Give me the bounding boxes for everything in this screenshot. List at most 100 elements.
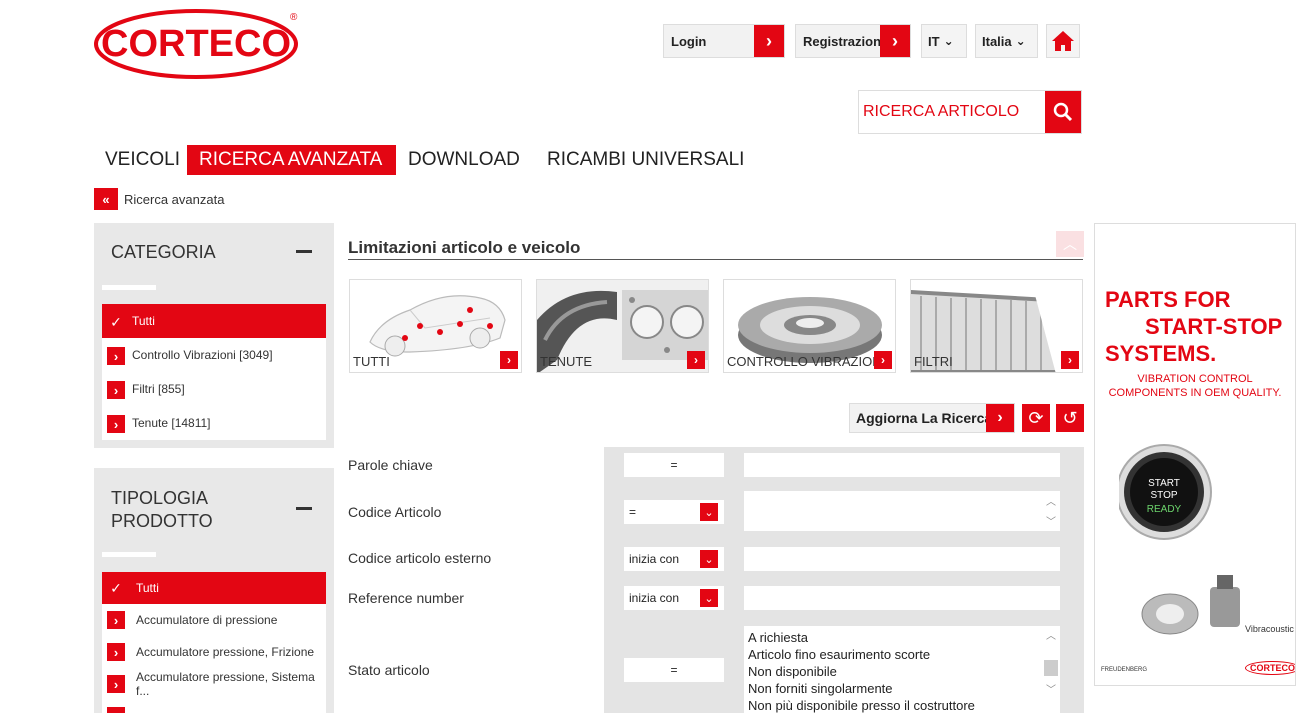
external-code-label: Codice articolo esterno — [348, 550, 492, 566]
ad-subtitle: VIBRATION CONTROL COMPONENTS IN OEM QUAL… — [1095, 372, 1295, 400]
status-option[interactable]: Non disponibile — [748, 663, 1056, 680]
refresh-button[interactable]: ⟳ — [1022, 404, 1050, 432]
country-value: Italia — [982, 33, 1012, 49]
nav-ricerca-avanzata[interactable]: RICERCA AVANZATA — [187, 145, 396, 175]
reset-button[interactable]: ↺ — [1056, 404, 1084, 432]
chevron-right-icon: › — [880, 25, 910, 57]
product-type-list: ✓ Tutti › Accumulatore di pressione › Ac… — [102, 572, 326, 713]
section-title: Limitazioni articolo e veicolo — [348, 238, 581, 257]
product-type-panel: TIPOLOGIA PRODOTTO ✓ Tutti › Accumulator… — [94, 468, 334, 713]
register-label: Registrazione — [803, 33, 889, 49]
scroll-up-icon[interactable]: ︿ — [1044, 493, 1058, 508]
chevron-down-icon: ⌄ — [700, 550, 718, 568]
keywords-operator[interactable]: = — [624, 453, 724, 477]
card-label: TUTTI — [353, 354, 390, 369]
title-line-1: TIPOLOGIA — [111, 488, 209, 508]
registered-mark: ® — [290, 12, 298, 23]
product-type-title: TIPOLOGIA PRODOTTO — [111, 487, 213, 533]
category-item-tenute[interactable]: › Tenute [14811] — [102, 406, 326, 440]
card-label: FILTRI — [914, 354, 953, 369]
country-select[interactable]: Italia ⌄ — [975, 24, 1038, 58]
article-search[interactable]: RICERCA ARTICOLO — [858, 90, 1082, 134]
product-type-item[interactable]: › — [102, 700, 326, 713]
status-option[interactable]: Non più disponibile presso il costruttor… — [748, 697, 1056, 713]
start-stop-button-image: START STOP READY — [1119, 444, 1212, 540]
external-code-input[interactable] — [744, 547, 1060, 571]
scroll-down-icon[interactable]: ﹀ — [1044, 682, 1058, 699]
operator-value: = — [629, 505, 637, 519]
collapse-section-button[interactable]: ︿ — [1056, 231, 1084, 257]
status-option[interactable]: Articolo fino esaurimento scorte — [748, 646, 1056, 663]
article-status-listbox[interactable]: A richiesta Articolo fino esaurimento sc… — [744, 626, 1060, 713]
corteco-logo[interactable]: CORTECO ® — [94, 8, 298, 80]
breadcrumb-back-button[interactable]: « — [94, 188, 118, 210]
scroll-down-icon[interactable]: ﹀ — [1044, 513, 1058, 528]
category-panel: CATEGORIA ✓ Tutti › Controllo Vibrazioni… — [94, 223, 334, 448]
product-type-item[interactable]: › Accumulatore pressione, Frizione — [102, 636, 326, 668]
scroll-up-icon[interactable]: ︿ — [1044, 628, 1058, 645]
product-type-item[interactable]: › Accumulatore di pressione — [102, 604, 326, 636]
product-type-item-tutti[interactable]: ✓ Tutti — [102, 572, 326, 604]
article-status-operator[interactable]: = — [624, 658, 724, 682]
chevron-right-icon: › — [107, 643, 125, 661]
chevron-right-icon: › — [107, 707, 125, 713]
list-item-label: Tutti — [132, 314, 155, 328]
vibracoustic-logo: Vibracoustic — [1245, 624, 1294, 634]
search-button[interactable] — [1045, 91, 1081, 133]
collapse-icon[interactable] — [296, 507, 312, 510]
product-type-item[interactable]: › Accumulatore pressione, Sistema f... — [102, 668, 326, 700]
article-code-operator[interactable]: = ⌄ — [624, 500, 724, 524]
card-label: TENUTE — [540, 354, 592, 369]
chevron-right-icon: › — [107, 381, 125, 399]
list-item-label: Accumulatore pressione, Frizione — [136, 645, 315, 659]
article-code-input[interactable]: ︿ ﹀ — [744, 491, 1060, 531]
category-card-tutti[interactable]: TUTTI › — [349, 279, 522, 373]
list-item-label: Tenute [14811] — [132, 416, 211, 430]
nav-ricambi-universali[interactable]: RICAMBI UNIVERSALI — [547, 145, 744, 175]
status-option[interactable]: Non forniti singolarmente — [748, 680, 1056, 697]
check-icon: ✓ — [110, 579, 122, 596]
chevron-right-icon: › — [754, 25, 784, 57]
chevron-down-icon: ⌄ — [1015, 34, 1026, 48]
category-card-filtri[interactable]: FILTRI › — [910, 279, 1083, 373]
engine-mount-image — [1141, 575, 1240, 635]
nav-veicoli[interactable]: VEICOLI — [105, 145, 180, 175]
home-button[interactable] — [1046, 24, 1080, 58]
login-button[interactable]: Login › — [663, 24, 785, 58]
list-item-label: Accumulatore di pressione — [136, 613, 278, 627]
scrollbar-thumb[interactable] — [1044, 660, 1058, 676]
update-search-button[interactable]: Aggiorna La Ricerca › — [849, 403, 1015, 433]
nav-download[interactable]: DOWNLOAD — [408, 145, 520, 175]
chevron-right-icon: › — [986, 404, 1014, 432]
keywords-input[interactable] — [744, 453, 1060, 477]
external-code-operator[interactable]: inizia con ⌄ — [624, 547, 724, 571]
category-item-controllo-vibrazioni[interactable]: › Controllo Vibrazioni [3049] — [102, 338, 326, 372]
card-label: CONTROLLO VIBRAZIONI — [727, 354, 886, 369]
operator-value: inizia con — [629, 552, 680, 566]
list-item-label: Accumulatore pressione, Sistema f... — [136, 670, 315, 698]
ad-headline-2: START-STOP — [1145, 314, 1283, 339]
collapse-icon[interactable] — [296, 250, 312, 253]
divider — [102, 552, 156, 557]
check-icon: ✓ — [110, 313, 122, 330]
reference-number-operator[interactable]: inizia con ⌄ — [624, 586, 724, 610]
refresh-icon: ⟳ — [1028, 407, 1044, 428]
category-title: CATEGORIA — [111, 242, 216, 262]
ready-label: READY — [1147, 504, 1182, 515]
chevron-down-icon: ⌄ — [700, 589, 718, 607]
breadcrumb[interactable]: Ricerca avanzata — [124, 192, 224, 207]
list-item-label: Filtri [855] — [132, 382, 185, 396]
login-label: Login — [671, 33, 707, 49]
search-input[interactable]: RICERCA ARTICOLO — [863, 103, 1019, 121]
category-card-tenute[interactable]: TENUTE › — [536, 279, 709, 373]
category-item-tutti[interactable]: ✓ Tutti — [102, 304, 326, 338]
reference-number-input[interactable] — [744, 586, 1060, 610]
status-option[interactable]: A richiesta — [748, 629, 1056, 646]
update-label: Aggiorna La Ricerca — [856, 410, 993, 426]
category-item-filtri[interactable]: › Filtri [855] — [102, 372, 326, 406]
reset-icon: ↺ — [1062, 407, 1078, 428]
start-stop-ad-banner[interactable]: PARTS FOR START-STOP SYSTEMS. VIBRATION … — [1094, 223, 1296, 686]
language-select[interactable]: IT ⌄ — [921, 24, 967, 58]
category-card-controllo-vibrazioni[interactable]: CONTROLLO VIBRAZIONI › — [723, 279, 896, 373]
register-button[interactable]: Registrazione › — [795, 24, 911, 58]
